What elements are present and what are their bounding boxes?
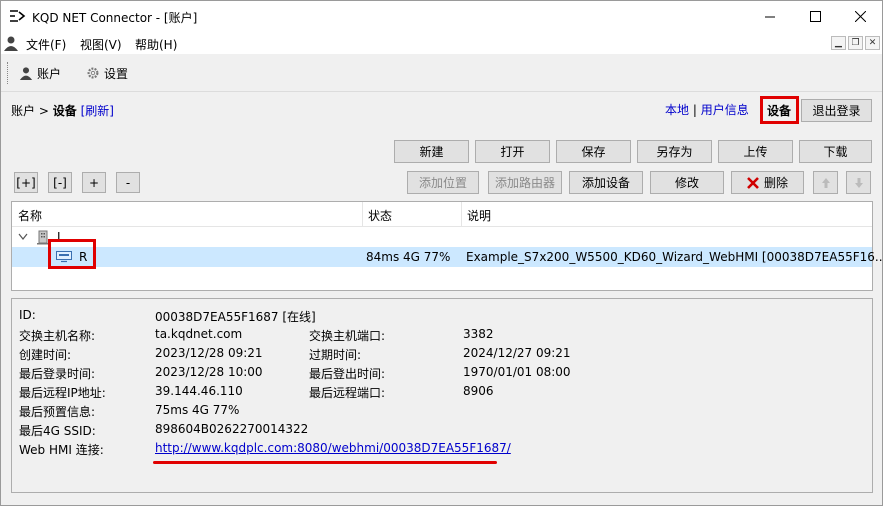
expire-label: 过期时间: [309, 348, 362, 362]
new-button[interactable]: 新建 [394, 140, 469, 163]
toolbar: 账户 设置 [1, 54, 882, 92]
ssid-label: 最后4G SSID: [19, 424, 96, 438]
last-login-label: 最后登录时间: [19, 367, 96, 381]
collapse-all-button[interactable]: [-] [48, 172, 72, 193]
link-separator: | [692, 103, 697, 117]
device-grid: 名称 状态 说明 I R 84ms 4G 77% Example_S7x200_… [11, 201, 883, 291]
toolbar-settings-label: 设置 [104, 66, 129, 81]
userinfo-link[interactable]: 用户信息 [701, 103, 749, 117]
remote-ip-label: 最后远程IP地址: [19, 386, 106, 400]
created-value: 2023/12/28 09:21 [155, 346, 263, 360]
mdi-minimize-button[interactable]: ▁ [831, 36, 846, 50]
column-separator[interactable] [461, 202, 462, 227]
upload-button[interactable]: 上传 [718, 140, 793, 163]
port-label: 交换主机端口: [309, 329, 386, 343]
mdi-close-icon: ✕ [868, 38, 877, 48]
user-icon [19, 67, 33, 80]
close-icon [854, 11, 866, 22]
toolbar-account-label: 账户 [37, 66, 62, 81]
title-bar[interactable]: KQD NET Connector - [账户] [1, 1, 882, 32]
menu-view[interactable]: 视图(V) [80, 36, 122, 53]
menu-help[interactable]: 帮助(H) [135, 36, 177, 53]
highlight-box-device [760, 96, 799, 124]
column-name-header[interactable]: 名称 [18, 207, 42, 224]
device-row[interactable]: R 84ms 4G 77% Example_S7x200_W5500_KD60_… [12, 247, 883, 267]
expand-all-button[interactable]: [+] [14, 172, 38, 193]
add-device-button[interactable]: 添加设备 [569, 171, 643, 194]
highlight-box-device-row [48, 239, 96, 269]
maximize-button[interactable] [792, 1, 838, 32]
maximize-icon [809, 11, 821, 22]
expire-value: 2024/12/27 09:21 [463, 346, 571, 360]
webhmi-label: Web HMI 连接: [19, 443, 104, 457]
host-value: ta.kqdnet.com [155, 327, 243, 341]
ssid-value: 898604B0262270014322 [155, 422, 309, 436]
group-row[interactable]: I [12, 227, 872, 247]
id-value: 00038D7EA55F1687 [在线] [155, 310, 316, 324]
created-label: 创建时间: [19, 348, 72, 362]
remote-port-label: 最后远程端口: [309, 386, 386, 400]
gear-icon [87, 67, 99, 79]
column-separator[interactable] [362, 202, 363, 227]
menu-file[interactable]: 文件(F) [26, 36, 66, 53]
app-logo-icon [10, 10, 26, 22]
mdi-close-button[interactable]: ✕ [865, 36, 880, 50]
open-button[interactable]: 打开 [475, 140, 550, 163]
device-status: 84ms 4G 77% [366, 250, 451, 264]
move-down-button[interactable] [846, 171, 871, 194]
delete-label: 删除 [763, 176, 788, 190]
local-link[interactable]: 本地 [665, 103, 689, 117]
window-title: KQD NET Connector - [账户] [32, 11, 198, 25]
user-icon [4, 36, 18, 51]
mdi-restore-icon: ❐ [851, 38, 860, 48]
arrow-up-icon [821, 177, 830, 188]
saveas-button[interactable]: 另存为 [637, 140, 712, 163]
toolbar-account-button[interactable]: 账户 [19, 64, 61, 82]
delete-x-icon [747, 176, 759, 189]
collapse-button[interactable]: - [116, 172, 140, 193]
remote-port-value: 8906 [463, 384, 494, 398]
top-links: 本地 | 用户信息 [665, 101, 749, 118]
add-position-button[interactable]: 添加位置 [407, 171, 479, 194]
close-button[interactable] [837, 1, 883, 32]
toolbar-settings-button[interactable]: 设置 [86, 64, 128, 82]
toolbar-grip[interactable] [7, 62, 9, 84]
breadcrumb-current: 设备 [52, 104, 77, 118]
app-window: KQD NET Connector - [账户] 文件(F) 视图(V) 帮助(… [0, 0, 883, 506]
edit-button[interactable]: 修改 [650, 171, 724, 194]
column-status-header[interactable]: 状态 [368, 207, 392, 224]
breadcrumb-root[interactable]: 账户 [11, 104, 35, 118]
device-description: Example_S7x200_W5500_KD60_Wizard_WebHMI … [466, 250, 883, 264]
chevron-down-icon[interactable] [18, 233, 28, 241]
download-button[interactable]: 下载 [799, 140, 872, 163]
column-desc-header[interactable]: 说明 [467, 207, 491, 224]
logout-button[interactable]: 退出登录 [801, 99, 872, 122]
move-up-button[interactable] [813, 171, 838, 194]
port-value: 3382 [463, 327, 494, 341]
save-button[interactable]: 保存 [556, 140, 631, 163]
breadcrumb-separator: > [38, 104, 49, 118]
remote-ip-value: 39.144.46.110 [155, 384, 243, 398]
minimize-icon [765, 16, 775, 17]
breadcrumb: 账户 > 设备 [刷新] [11, 102, 114, 119]
minimize-button[interactable] [747, 1, 793, 32]
mdi-minimize-icon: ▁ [835, 38, 842, 48]
menu-bar: 文件(F) 视图(V) 帮助(H) ▁ ❐ ✕ [1, 32, 882, 54]
id-label: ID: [19, 308, 36, 322]
expand-button[interactable]: + [82, 172, 106, 193]
last-login-value: 2023/12/28 10:00 [155, 365, 263, 379]
arrow-down-icon [854, 177, 863, 188]
add-router-button[interactable]: 添加路由器 [488, 171, 562, 194]
highlight-underline [153, 461, 497, 464]
host-label: 交换主机名称: [19, 329, 96, 343]
last-logout-label: 最后登出时间: [309, 367, 386, 381]
signal-label: 最后预置信息: [19, 405, 96, 419]
signal-value: 75ms 4G 77% [155, 403, 240, 417]
mdi-restore-button[interactable]: ❐ [848, 36, 863, 50]
refresh-link[interactable]: [刷新] [81, 104, 114, 118]
grid-header: 名称 状态 说明 [12, 202, 872, 227]
delete-button[interactable]: 删除 [731, 171, 804, 194]
webhmi-link[interactable]: http://www.kqdplc.com:8080/webhmi/00038D… [155, 441, 511, 455]
last-logout-value: 1970/01/01 08:00 [463, 365, 571, 379]
